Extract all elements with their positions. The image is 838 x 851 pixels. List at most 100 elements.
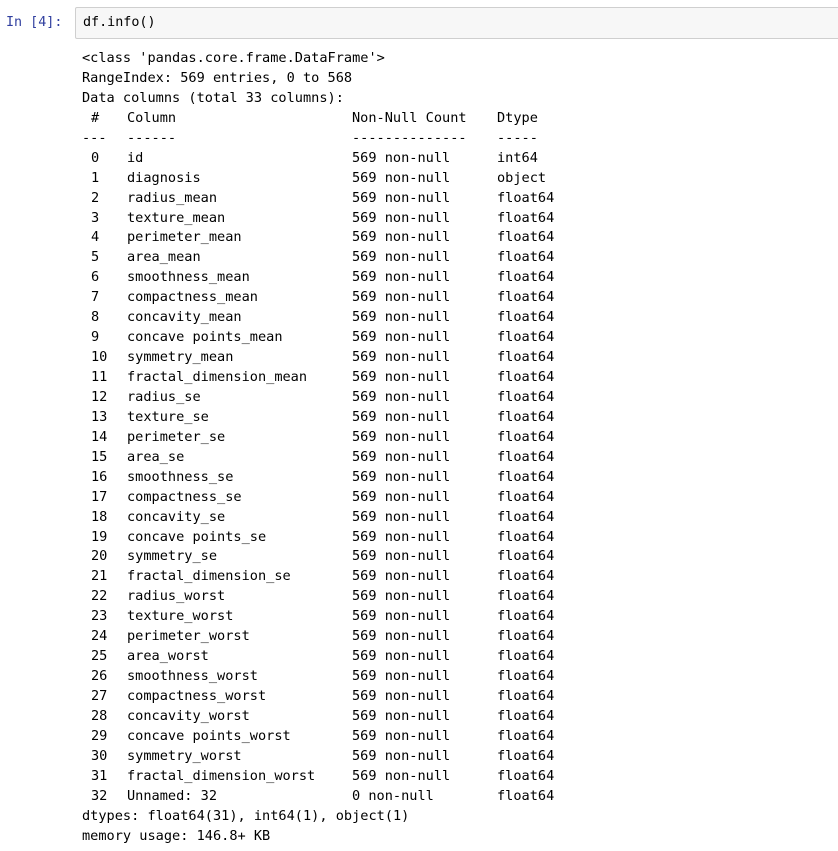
row-num: 0 (91, 149, 100, 166)
input-prompt: In [4]: (6, 15, 63, 30)
row-non-null: 569 non-null (352, 747, 451, 764)
row-num: 2 (91, 189, 100, 206)
row-dtype: float64 (497, 727, 555, 744)
row-non-null: 569 non-null (352, 727, 451, 744)
row-dtype: float64 (497, 648, 555, 665)
row-num: 29 (91, 727, 108, 744)
row-column: texture_se (127, 408, 209, 425)
table-row: 24 perimeter_worst 569 non-null float64 (82, 627, 822, 647)
row-non-null: 569 non-null (352, 528, 451, 545)
row-num: 14 (91, 428, 108, 445)
row-dtype: float64 (497, 508, 555, 525)
code-input-area[interactable]: df.info() (75, 7, 838, 39)
row-column: perimeter_worst (127, 628, 250, 645)
table-row: 11 fractal_dimension_mean 569 non-null floa… (82, 368, 822, 388)
table-row: 19 concave points_se 569 non-null float64 (82, 528, 822, 548)
row-non-null: 569 non-null (352, 209, 451, 226)
cell-output: <class 'pandas.core.frame.DataFrame'> Ra… (82, 49, 822, 847)
row-dtype: float64 (497, 747, 555, 764)
separator-dtype: ----- (497, 129, 538, 146)
row-num: 9 (91, 329, 100, 346)
row-num: 5 (91, 249, 100, 266)
row-column: diagnosis (127, 169, 201, 186)
separator-column: ------ (127, 129, 177, 146)
header-non-null: Non-Null Count (352, 109, 467, 126)
table-row: 17 compactness_se 569 non-null float64 (82, 488, 822, 508)
row-column: smoothness_se (127, 468, 234, 485)
row-dtype: float64 (497, 408, 555, 425)
row-non-null: 569 non-null (352, 369, 451, 385)
row-non-null: 569 non-null (352, 189, 451, 206)
row-column: concavity_mean (127, 309, 242, 326)
row-dtype: float64 (497, 209, 555, 226)
table-row: 7 compactness_mean 569 non-null float64 (82, 288, 822, 308)
table-row: 10 symmetry_mean 569 non-null float64 (82, 348, 822, 368)
row-dtype: float64 (497, 428, 555, 445)
table-row: 12 radius_se 569 non-null float64 (82, 388, 822, 408)
row-num: 16 (91, 468, 108, 485)
table-row: 4 perimeter_mean 569 non-null float64 (82, 228, 822, 248)
row-non-null: 569 non-null (352, 488, 451, 505)
row-column: Unnamed: 32 (127, 787, 218, 804)
row-num: 12 (91, 388, 108, 405)
row-num: 25 (91, 648, 108, 665)
row-non-null: 569 non-null (352, 249, 451, 266)
data-columns-line: Data columns (total 33 columns): (82, 89, 344, 106)
row-column: area_worst (127, 648, 209, 665)
notebook-cell: In [4]: df.info() <class 'pandas.core.fr… (0, 0, 838, 851)
row-num: 15 (91, 448, 108, 465)
table-row: 8 concavity_mean 569 non-null float64 (82, 308, 822, 328)
table-row: 15 area_se 569 non-null float64 (82, 448, 822, 468)
row-column: symmetry_worst (127, 747, 242, 764)
table-row: 22 radius_worst 569 non-null float64 (82, 587, 822, 607)
row-num: 27 (91, 688, 108, 704)
row-column: fractal_dimension_mean (127, 369, 308, 385)
row-column: compactness_worst (127, 688, 267, 704)
row-non-null: 569 non-null (352, 588, 451, 605)
table-row: 20 symmetry_se 569 non-null float64 (82, 547, 822, 567)
row-dtype: float64 (497, 767, 555, 784)
table-row: 31 fractal_dimension_worst 569 non-null flo… (82, 767, 822, 787)
row-column: smoothness_mean (127, 269, 250, 286)
row-num: 26 (91, 668, 108, 685)
table-row: 14 perimeter_se 569 non-null float64 (82, 428, 822, 448)
row-non-null: 569 non-null (352, 428, 451, 445)
row-column: concavity_se (127, 508, 226, 525)
row-non-null: 569 non-null (352, 767, 451, 784)
row-column: concavity_worst (127, 707, 250, 724)
range-index-line: RangeIndex: 569 entries, 0 to 568 (82, 69, 353, 86)
row-column: area_se (127, 448, 185, 465)
row-num: 30 (91, 747, 108, 764)
row-column: radius_worst (127, 588, 226, 605)
row-dtype: float64 (497, 628, 555, 645)
header-column: Column (127, 109, 177, 126)
row-non-null: 569 non-null (352, 169, 451, 186)
row-column: compactness_se (127, 488, 242, 505)
row-non-null: 569 non-null (352, 329, 451, 346)
row-dtype: float64 (497, 289, 555, 306)
separator-num: --- (82, 129, 107, 146)
table-row: 2 radius_mean 569 non-null float64 (82, 189, 822, 209)
table-row: 28 concavity_worst 569 non-null float64 (82, 707, 822, 727)
memory-line: memory usage: 146.8+ KB (82, 827, 271, 844)
row-num: 21 (91, 568, 108, 585)
row-non-null: 569 non-null (352, 388, 451, 405)
row-dtype: float64 (497, 448, 555, 465)
row-dtype: float64 (497, 329, 555, 346)
row-num: 17 (91, 488, 108, 505)
row-num: 32 (91, 787, 108, 804)
row-column: fractal_dimension_worst (127, 767, 316, 784)
row-non-null: 569 non-null (352, 468, 451, 485)
row-non-null: 569 non-null (352, 289, 451, 306)
row-column: concave points_se (127, 528, 267, 545)
row-dtype: float64 (497, 468, 555, 485)
row-column: radius_mean (127, 189, 218, 206)
table-row: 3 texture_mean 569 non-null float64 (82, 209, 822, 229)
table-row: 0 id 569 non-null int64 (82, 149, 822, 169)
row-num: 6 (91, 269, 100, 286)
row-dtype: float64 (497, 388, 555, 405)
table-row: 21 fractal_dimension_se 569 non-null float6… (82, 567, 822, 587)
row-non-null: 569 non-null (352, 648, 451, 665)
row-dtype: float64 (497, 488, 555, 505)
row-dtype: float64 (497, 269, 555, 286)
